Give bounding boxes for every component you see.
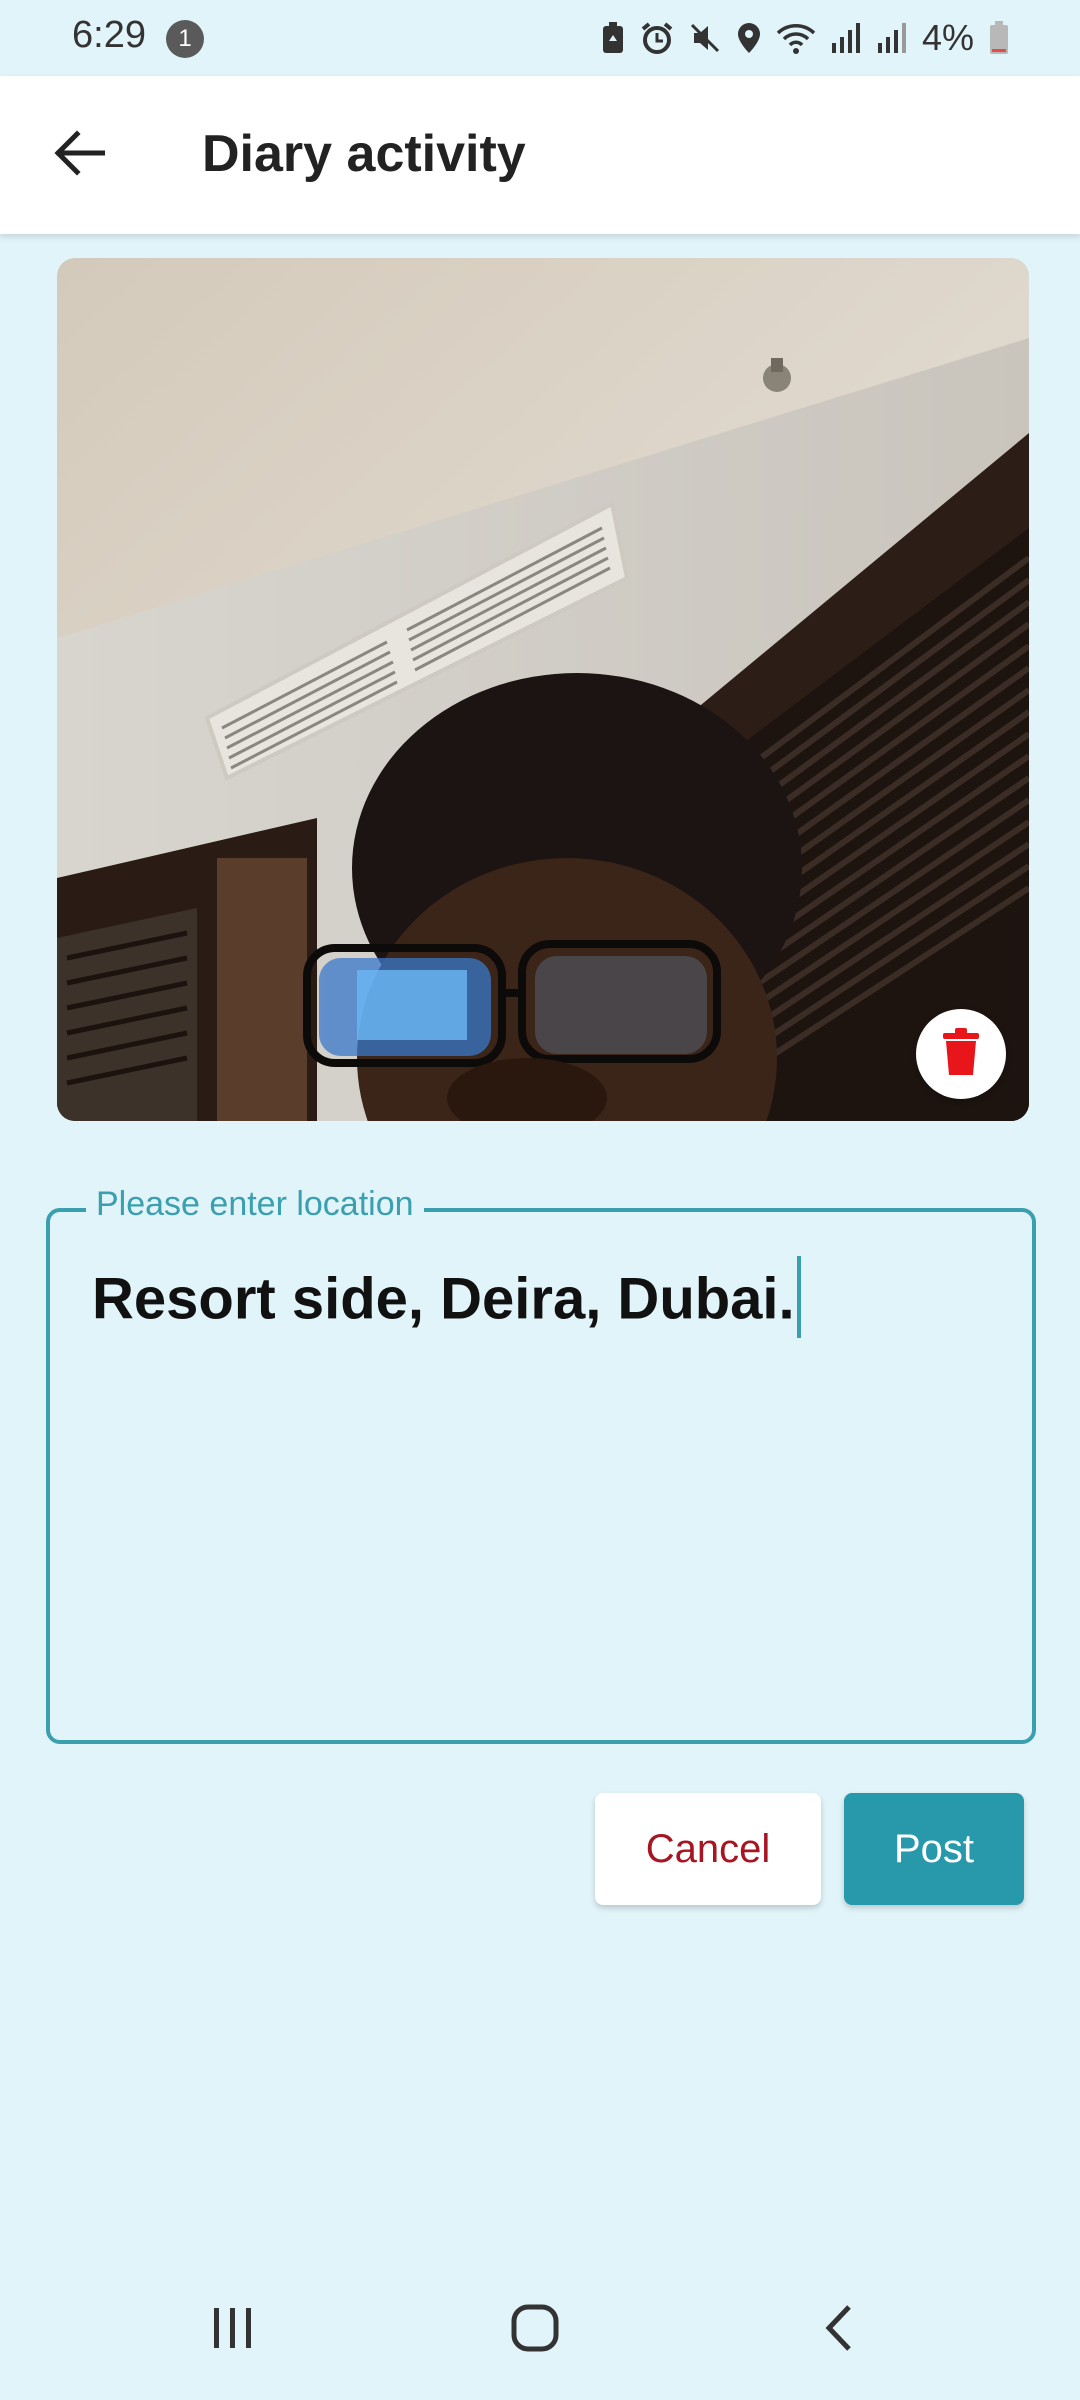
text-caret: [796, 1256, 801, 1338]
location-field[interactable]: Please enter location Resort side, Deira…: [46, 1185, 1036, 1744]
nav-back-button[interactable]: [784, 2290, 894, 2370]
back-icon: [821, 2303, 857, 2358]
mute-icon: [688, 21, 722, 55]
signal-icon: [830, 21, 862, 55]
signal-icon: [876, 21, 908, 55]
trash-icon: [941, 1027, 981, 1082]
home-icon: [510, 2303, 560, 2358]
page-title: Diary activity: [202, 125, 526, 183]
arrow-left-icon: [53, 129, 106, 181]
back-button[interactable]: [40, 116, 118, 194]
system-nav-bar: [0, 2270, 1080, 2400]
battery-saver-icon: [600, 21, 626, 55]
status-time: 6:29: [72, 14, 146, 56]
app-bar: Diary activity: [0, 76, 1080, 234]
cancel-button[interactable]: Cancel: [595, 1793, 821, 1905]
nav-recents-button[interactable]: [178, 2290, 288, 2370]
battery-icon: [988, 20, 1010, 56]
post-button[interactable]: Post: [844, 1793, 1024, 1905]
delete-photo-button[interactable]: [916, 1009, 1006, 1099]
notification-count-badge: 1: [166, 20, 204, 58]
alarm-icon: [640, 21, 674, 55]
location-input[interactable]: Resort side, Deira, Dubai.: [92, 1256, 801, 1344]
status-bar: 6:29 1 4%: [0, 0, 1080, 76]
location-field-label: Please enter location: [86, 1185, 424, 1224]
wifi-icon: [776, 21, 816, 55]
diary-photo: [57, 258, 1029, 1121]
status-icons: 4%: [600, 16, 1010, 60]
battery-percent: 4%: [921, 17, 974, 58]
location-icon: [736, 21, 762, 55]
recents-icon: [210, 2306, 256, 2355]
nav-home-button[interactable]: [480, 2290, 590, 2370]
location-value-text: Resort side, Deira, Dubai.: [92, 1266, 795, 1332]
